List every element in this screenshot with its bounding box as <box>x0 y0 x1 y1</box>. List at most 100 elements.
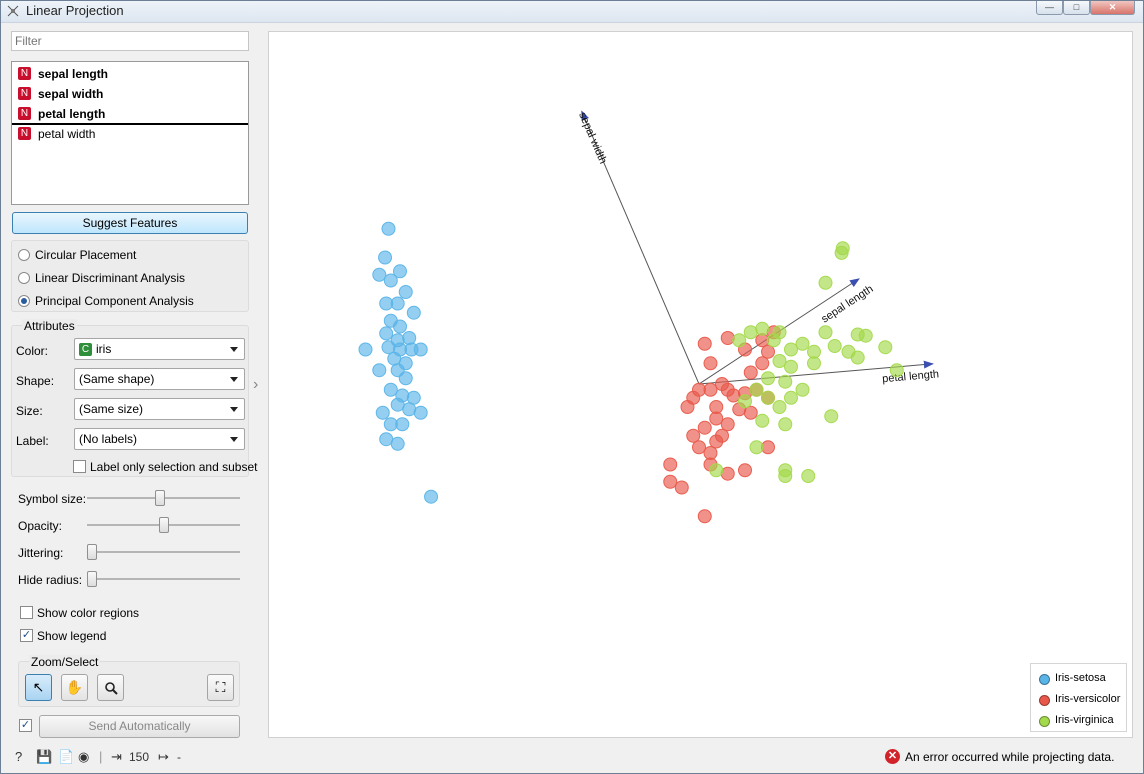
data-point[interactable] <box>697 336 712 351</box>
data-point[interactable] <box>402 402 417 417</box>
data-point[interactable] <box>390 436 405 451</box>
data-point[interactable] <box>766 333 781 348</box>
send-automatically-checkbox[interactable]: ✓ <box>19 719 32 732</box>
data-point[interactable] <box>761 390 775 405</box>
data-point[interactable] <box>795 382 810 397</box>
data-point[interactable] <box>850 350 865 365</box>
radio-button[interactable] <box>18 249 30 261</box>
data-point[interactable] <box>778 469 793 483</box>
data-point[interactable] <box>663 474 678 489</box>
data-point[interactable] <box>680 400 695 414</box>
maximize-button[interactable]: □ <box>1063 1 1090 15</box>
data-point[interactable] <box>743 325 758 340</box>
data-point[interactable] <box>413 405 428 420</box>
pan-hand-icon[interactable]: ✋ <box>61 674 88 701</box>
data-point[interactable] <box>395 417 410 432</box>
data-point[interactable] <box>697 420 712 435</box>
jittering-slider-handle[interactable] <box>87 544 97 560</box>
show-legend-checkbox[interactable]: ✓ <box>20 629 33 642</box>
radio-button[interactable] <box>18 272 30 284</box>
data-point[interactable] <box>755 413 770 428</box>
data-point[interactable] <box>379 326 394 341</box>
zoom-icon[interactable] <box>97 674 124 701</box>
data-point[interactable] <box>778 417 793 432</box>
data-point[interactable] <box>393 264 407 279</box>
data-point[interactable] <box>697 509 712 524</box>
label-combo[interactable]: (No labels) <box>74 428 245 450</box>
data-point[interactable] <box>801 469 816 483</box>
close-button[interactable]: ✕ <box>1090 1 1135 15</box>
filter-input[interactable] <box>11 31 249 51</box>
data-point[interactable] <box>406 305 421 320</box>
data-point[interactable] <box>358 342 373 357</box>
data-point[interactable] <box>663 457 678 472</box>
report-icon[interactable]: 📄 <box>58 749 74 765</box>
data-point[interactable] <box>738 394 752 409</box>
list-item[interactable]: N petal length <box>12 104 248 124</box>
data-point[interactable] <box>703 356 718 371</box>
suggest-features-button[interactable]: Suggest Features <box>12 212 248 234</box>
data-point[interactable] <box>398 285 413 299</box>
pointer-icon[interactable]: ↖ <box>25 674 52 701</box>
hide-radius-slider-handle[interactable] <box>87 571 97 587</box>
data-point[interactable] <box>390 296 405 311</box>
data-point[interactable] <box>398 371 413 386</box>
data-point[interactable] <box>686 428 701 443</box>
data-point[interactable] <box>720 331 735 345</box>
symbol-size-slider-handle[interactable] <box>155 490 165 506</box>
data-point[interactable] <box>381 221 396 236</box>
data-point[interactable] <box>372 267 387 282</box>
hide-radius-slider[interactable] <box>87 578 240 580</box>
data-point[interactable] <box>424 489 439 504</box>
send-automatically-button[interactable]: Send Automatically <box>39 715 240 738</box>
jittering-slider[interactable] <box>87 551 240 553</box>
shape-combo[interactable]: (Same shape) <box>74 368 245 390</box>
radio-button-selected[interactable] <box>18 295 30 307</box>
list-item[interactable]: N sepal length <box>12 64 248 84</box>
label-only-checkbox[interactable] <box>73 460 86 473</box>
scatter-plot-canvas[interactable]: sepal widthsepal lengthpetal length <box>269 32 1134 739</box>
data-point[interactable] <box>372 363 387 378</box>
data-point[interactable] <box>755 356 770 371</box>
data-point[interactable] <box>738 463 752 478</box>
data-point[interactable] <box>378 250 393 265</box>
data-point[interactable] <box>709 463 724 478</box>
attribute-list[interactable]: N sepal length N sepal width N petal len… <box>11 61 249 205</box>
data-point[interactable] <box>749 382 764 397</box>
size-combo[interactable]: (Same size) <box>74 398 245 420</box>
data-point[interactable] <box>720 417 735 432</box>
data-point[interactable] <box>824 409 839 424</box>
data-point[interactable] <box>795 336 810 351</box>
data-point[interactable] <box>383 382 398 397</box>
minimize-button[interactable]: — <box>1036 1 1063 15</box>
show-color-regions-checkbox[interactable] <box>20 606 33 619</box>
data-point[interactable] <box>818 325 833 340</box>
data-point[interactable] <box>889 363 904 378</box>
list-item[interactable]: N petal width <box>12 124 248 144</box>
data-point[interactable] <box>834 245 849 260</box>
data-point[interactable] <box>784 359 798 374</box>
opacity-slider-handle[interactable] <box>159 517 169 533</box>
save-icon[interactable]: 💾 <box>36 749 52 765</box>
preview-icon[interactable]: ◉ <box>78 749 89 765</box>
data-point[interactable] <box>827 339 842 354</box>
data-point[interactable] <box>381 340 396 355</box>
data-point[interactable] <box>709 411 724 426</box>
projection-plot[interactable]: sepal width sepal length petal length <box>268 31 1133 738</box>
data-point[interactable] <box>778 374 793 389</box>
data-point[interactable] <box>393 319 407 334</box>
data-point[interactable] <box>784 342 798 357</box>
data-point[interactable] <box>755 321 770 336</box>
data-point[interactable] <box>761 344 775 359</box>
data-point[interactable] <box>674 480 689 495</box>
data-point[interactable] <box>413 342 428 357</box>
data-point[interactable] <box>709 434 724 449</box>
data-point[interactable] <box>726 388 741 403</box>
data-point[interactable] <box>732 333 747 348</box>
data-point[interactable] <box>772 400 787 414</box>
data-point[interactable] <box>784 390 798 405</box>
help-icon[interactable]: ? <box>15 749 22 764</box>
data-point[interactable] <box>878 340 893 355</box>
data-point[interactable] <box>749 440 764 455</box>
data-point[interactable] <box>772 354 787 368</box>
